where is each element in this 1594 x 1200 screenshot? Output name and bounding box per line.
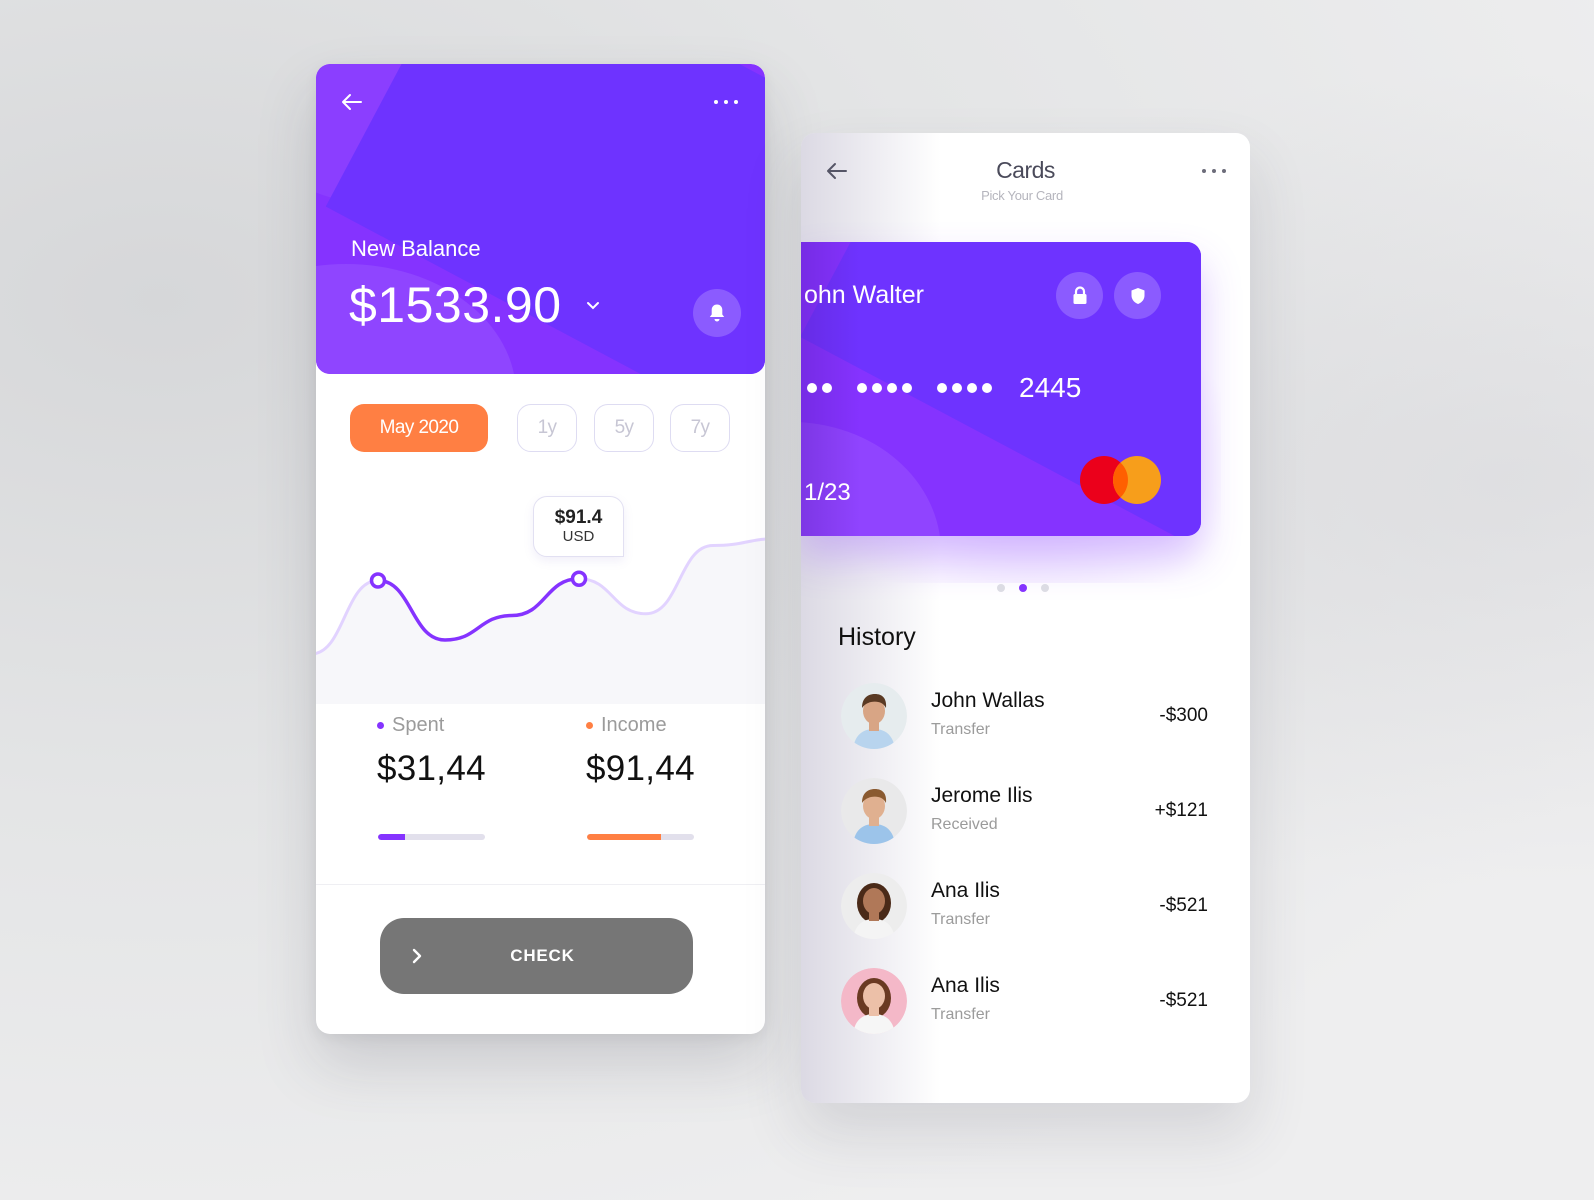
more-horizontal-icon — [714, 100, 738, 104]
spent-value: $31,44 — [377, 749, 486, 788]
range-7y[interactable]: 7y — [670, 404, 730, 452]
cards-screen: Cards Pick Your Card ohn Walter 2445 1/2… — [801, 133, 1250, 1103]
chart-point[interactable] — [369, 572, 387, 589]
history-name: Ana Ilis — [931, 974, 1000, 997]
mastercard-logo-icon — [1080, 456, 1161, 504]
balance-chart: $91.4 USD — [316, 484, 765, 704]
income-progress-bar — [587, 834, 694, 840]
card-number: 2445 — [807, 372, 1081, 404]
lock-card-button[interactable] — [1056, 272, 1103, 319]
history-item[interactable]: Ana Ilis Transfer -$521 — [838, 966, 1208, 1061]
balance-label: New Balance — [351, 236, 481, 261]
history-name: John Wallas — [931, 689, 1045, 712]
history-item[interactable]: Ana Ilis Transfer -$521 — [838, 871, 1208, 966]
balance-screen: New Balance $1533.90 May 2020 1y 5y 7y $… — [316, 64, 765, 1034]
check-button[interactable]: CHECK — [380, 918, 693, 994]
range-1y[interactable]: 1y — [517, 404, 577, 452]
page-subtitle: Pick Your Card — [981, 188, 1063, 203]
history-type: Transfer — [931, 721, 990, 738]
spent-label: Spent — [392, 714, 445, 736]
card-holder-name: ohn Walter — [804, 281, 924, 309]
chart-area-fill — [316, 539, 765, 704]
more-button[interactable] — [708, 94, 744, 110]
credit-card[interactable]: ohn Walter 2445 1/23 — [801, 242, 1201, 536]
card-last-four: 2445 — [1019, 372, 1082, 403]
bell-icon — [709, 304, 725, 322]
card-pager — [997, 584, 1049, 592]
avatar-image — [841, 968, 907, 1034]
history-amount: -$300 — [1159, 705, 1208, 726]
history-type: Received — [931, 816, 998, 833]
avatar — [841, 873, 907, 939]
back-button[interactable] — [338, 90, 366, 114]
spent-progress-bar — [378, 834, 485, 840]
history-type: Transfer — [931, 911, 990, 928]
avatar-image — [841, 873, 907, 939]
masked-digits — [857, 383, 912, 393]
page-title: Cards — [996, 157, 1055, 183]
history-item[interactable]: Jerome Ilis Received +$121 — [838, 776, 1208, 871]
background — [0, 0, 1594, 1200]
security-button[interactable] — [1114, 272, 1161, 319]
balance-amount: $1533.90 — [349, 277, 562, 333]
lock-icon — [1073, 286, 1086, 304]
history-name: Jerome Ilis — [931, 784, 1033, 807]
spent-dot — [377, 722, 384, 729]
history-amount: +$121 — [1154, 800, 1208, 821]
pager-dot-active[interactable] — [1019, 584, 1027, 592]
pager-dot[interactable] — [1041, 584, 1049, 592]
notification-button[interactable] — [693, 289, 741, 337]
more-horizontal-icon — [1202, 169, 1226, 173]
history-amount: -$521 — [1159, 990, 1208, 1011]
avatar — [841, 778, 907, 844]
balance-dropdown[interactable] — [584, 298, 602, 312]
history-name: Ana Ilis — [931, 879, 1000, 902]
balance-header: New Balance $1533.90 — [316, 64, 765, 374]
income-label: Income — [601, 714, 667, 736]
arrow-left-icon — [342, 94, 362, 110]
masked-digits — [937, 383, 992, 393]
avatar-image — [841, 778, 907, 844]
history-type: Transfer — [931, 1006, 990, 1023]
tooltip-unit: USD — [562, 528, 595, 545]
range-month[interactable]: May 2020 — [350, 404, 488, 452]
income-dot — [586, 722, 593, 729]
spent-stat: Spent $31,44 — [377, 714, 517, 840]
income-value: $91,44 — [586, 749, 695, 788]
avatar — [841, 968, 907, 1034]
tooltip-value: $91.4 — [554, 507, 603, 528]
chart-point[interactable] — [570, 570, 588, 587]
chart-tooltip: $91.4 USD — [533, 496, 624, 557]
range-5y[interactable]: 5y — [594, 404, 654, 452]
history-list: John Wallas Transfer -$300 Jerome Ilis R… — [838, 681, 1208, 1061]
avatar — [841, 683, 907, 749]
income-stat: Income $91,44 — [586, 714, 726, 840]
card-expiry: 1/23 — [804, 479, 851, 506]
more-button[interactable] — [1196, 163, 1232, 179]
avatar-image — [841, 683, 907, 749]
masked-digits — [807, 383, 832, 393]
history-amount: -$521 — [1159, 895, 1208, 916]
divider — [316, 884, 765, 885]
check-button-label: CHECK — [510, 946, 575, 965]
history-title: History — [838, 623, 916, 651]
pager-dot[interactable] — [997, 584, 1005, 592]
chevron-down-icon — [587, 301, 599, 309]
history-item[interactable]: John Wallas Transfer -$300 — [838, 681, 1208, 776]
shield-icon — [1131, 287, 1144, 304]
